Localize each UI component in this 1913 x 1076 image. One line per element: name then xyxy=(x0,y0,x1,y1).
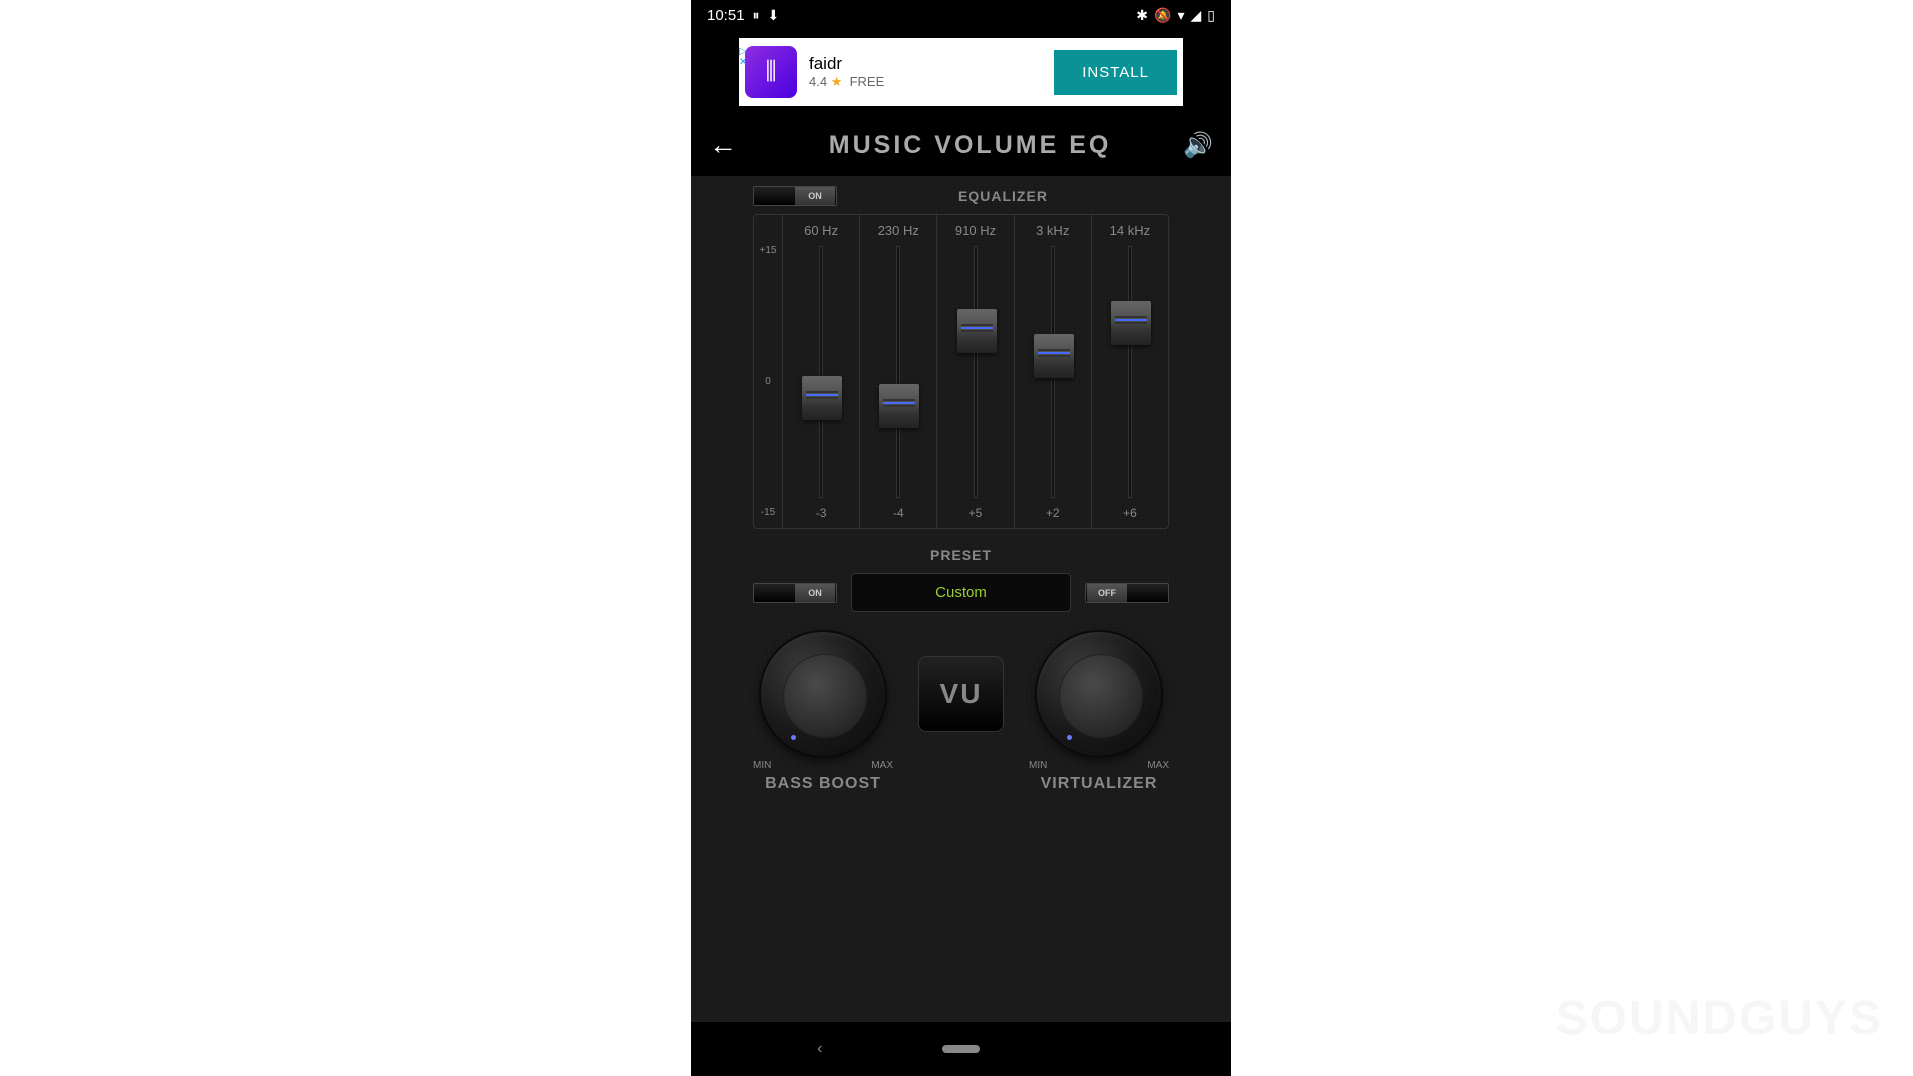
eq-slider-230hz[interactable] xyxy=(896,246,900,498)
toggle-thumb-on: ON xyxy=(795,584,835,602)
battery-icon: ▯ xyxy=(1207,7,1215,24)
band-freq: 910 Hz xyxy=(955,223,996,238)
eq-slider-60hz[interactable] xyxy=(819,246,823,498)
vu-meter-button[interactable]: VU xyxy=(918,656,1004,732)
status-bar: 10:51 ⏸ ⬇ ✱ 🔕 ▾ ◢ ▯ xyxy=(691,0,1231,30)
band-value: -3 xyxy=(816,506,827,520)
main-content: ON EQUALIZER +15 0 -15 60 Hz xyxy=(691,176,1231,1054)
virtualizer-toggle[interactable]: OFF xyxy=(1085,583,1169,603)
ad-app-title: faidr xyxy=(809,54,1054,74)
knob-max-label: MAX xyxy=(871,760,893,771)
slider-thumb[interactable] xyxy=(957,309,997,353)
eq-slider-3khz[interactable] xyxy=(1051,246,1055,498)
bass-boost-label: BASS BOOST xyxy=(765,775,881,793)
eq-band-60hz: 60 Hz -3 xyxy=(782,215,859,528)
bass-boost-knob[interactable] xyxy=(759,630,887,758)
scale-max: +15 xyxy=(760,245,777,256)
nav-back-icon[interactable]: ‹ xyxy=(817,1040,822,1058)
nav-home-pill[interactable] xyxy=(942,1045,980,1053)
slider-thumb[interactable] xyxy=(879,384,919,428)
alarm-off-icon: 🔕 xyxy=(1154,7,1171,24)
band-freq: 3 kHz xyxy=(1036,223,1069,238)
virtualizer-label: VIRTUALIZER xyxy=(1041,775,1158,793)
bluetooth-icon: ✱ xyxy=(1136,7,1148,24)
band-freq: 60 Hz xyxy=(804,223,838,238)
toggle-thumb-on: ON xyxy=(795,187,835,205)
download-icon: ⬇ xyxy=(768,7,780,24)
equalizer-icon: ⫼ xyxy=(765,58,776,86)
eq-band-14khz: 14 kHz +6 xyxy=(1091,215,1168,528)
virtualizer-knob[interactable] xyxy=(1035,630,1163,758)
scale-min: -15 xyxy=(761,507,775,518)
preset-selector[interactable]: Custom xyxy=(851,573,1071,612)
slider-thumb[interactable] xyxy=(1034,334,1074,378)
volume-icon[interactable]: 🔊 xyxy=(1183,131,1213,160)
slider-thumb[interactable] xyxy=(1111,301,1151,345)
equalizer-toggle[interactable]: ON xyxy=(753,186,837,206)
equalizer-title: EQUALIZER xyxy=(837,188,1169,204)
preset-title: PRESET xyxy=(753,547,1169,563)
phone-screen: 10:51 ⏸ ⬇ ✱ 🔕 ▾ ◢ ▯ ▷ ✕ ⫼ faidr 4.4 ★ FR… xyxy=(691,0,1231,1076)
bass-boost-toggle[interactable]: ON xyxy=(753,583,837,603)
ad-badge: ▷ ✕ xyxy=(739,46,747,68)
eq-slider-910hz[interactable] xyxy=(974,246,978,498)
ad-app-icon: ⫼ xyxy=(745,46,797,98)
android-nav-bar: ‹ xyxy=(691,1022,1231,1076)
eq-slider-14khz[interactable] xyxy=(1128,246,1132,498)
app-header: ← MUSIC VOLUME EQ 🔊 xyxy=(691,114,1231,176)
app-title: MUSIC VOLUME EQ xyxy=(757,131,1183,160)
knob-min-label: MIN xyxy=(1029,760,1047,771)
star-icon: ★ xyxy=(831,74,843,89)
eq-band-230hz: 230 Hz -4 xyxy=(859,215,936,528)
knob-min-label: MIN xyxy=(753,760,771,771)
slider-thumb[interactable] xyxy=(802,376,842,420)
eq-scale: +15 0 -15 xyxy=(754,215,782,528)
band-freq: 14 kHz xyxy=(1110,223,1150,238)
band-value: +6 xyxy=(1123,506,1137,520)
ad-free-label: FREE xyxy=(850,74,885,89)
signal-icon: ◢ xyxy=(1191,7,1202,24)
ad-close-icon[interactable]: ✕ xyxy=(739,57,747,68)
equalizer-panel: +15 0 -15 60 Hz -3 230 Hz xyxy=(753,214,1169,529)
watermark: SOUNDGUYS xyxy=(1556,991,1883,1046)
ad-play-icon: ▷ xyxy=(739,46,747,57)
band-value: +2 xyxy=(1046,506,1060,520)
back-arrow-icon[interactable]: ← xyxy=(709,129,737,161)
eq-band-910hz: 910 Hz +5 xyxy=(936,215,1013,528)
install-button[interactable]: INSTALL xyxy=(1054,50,1177,95)
toggle-thumb-off: OFF xyxy=(1087,584,1127,602)
pause-icon: ⏸ xyxy=(753,7,760,24)
band-value: +5 xyxy=(969,506,983,520)
ad-banner[interactable]: ▷ ✕ ⫼ faidr 4.4 ★ FREE INSTALL xyxy=(739,38,1183,106)
status-time: 10:51 xyxy=(707,7,745,24)
scale-mid: 0 xyxy=(765,376,771,387)
eq-band-3khz: 3 kHz +2 xyxy=(1014,215,1091,528)
band-value: -4 xyxy=(893,506,904,520)
wifi-icon: ▾ xyxy=(1177,7,1184,24)
knob-max-label: MAX xyxy=(1147,760,1169,771)
band-freq: 230 Hz xyxy=(878,223,919,238)
ad-rating: 4.4 xyxy=(809,74,827,89)
